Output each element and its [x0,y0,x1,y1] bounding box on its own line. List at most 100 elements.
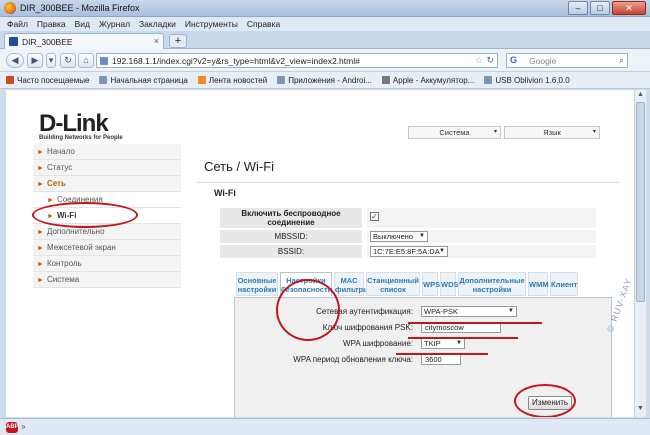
page-icon [99,76,108,84]
go-icon[interactable]: ↻ [486,55,494,66]
rss-icon [197,76,206,84]
search-icon[interactable]: ⌕ [619,55,624,66]
tab-title: DIR_300BEE [22,37,73,47]
search-bar[interactable]: G Google ⌕ [506,53,628,68]
annotation-circle [276,279,340,341]
addon-bar-chevron-icon[interactable]: » [21,422,25,431]
mbssid-select[interactable]: Выключено ▼ [370,231,428,242]
browser-tab[interactable]: DIR_300BEE × [4,33,164,49]
tab-advanced-settings[interactable]: Дополнительные настройки [458,272,526,296]
bookmark-star-icon[interactable]: ☆ [475,55,483,66]
bookmark-icon [6,76,14,84]
auth-select[interactable]: WPA-PSK ▼ [421,306,517,317]
bookmark-label: Лента новостей [208,75,268,85]
mbssid-value: Выключено [373,232,413,241]
home-button[interactable]: ⌂ [78,53,94,68]
encryption-select[interactable]: TKIP ▼ [421,338,465,349]
bssid-select[interactable]: 1C:7E:E5:8F:5A:DA ▼ [370,246,448,257]
bssid-row: BSSID: 1C:7E:E5:8F:5A:DA ▼ [220,245,596,258]
bookmark-label: Apple - Аккумулятор... [392,75,475,85]
tab-client[interactable]: Клиент [550,272,578,296]
bssid-cell: 1C:7E:E5:8F:5A:DA ▼ [367,245,596,258]
bookmark-apple[interactable]: Apple - Аккумулятор... [381,72,475,88]
maximize-button[interactable]: □ [590,1,610,15]
window-controls: – □ ✕ [568,1,646,15]
chevron-down-icon: ▾ [592,129,596,135]
section-title: Wi-Fi [214,188,236,198]
firefox-icon [4,2,16,14]
sidebar-item-control[interactable]: ► Контроль [33,256,181,272]
language-select[interactable]: Язык ▾ [504,126,600,139]
bookmark-news[interactable]: Лента новостей [197,72,268,88]
reload-button[interactable]: ↻ [60,53,76,68]
logo-text: D-Link [39,110,109,137]
minimize-button[interactable]: – [568,1,588,15]
dlink-favicon-icon [9,37,18,46]
sidebar-item-label: Система [46,275,80,284]
google-icon[interactable]: G [510,55,517,65]
divider [196,182,620,183]
mbssid-cell: Выключено ▼ [367,230,596,243]
adblock-icon[interactable]: ABP [6,422,19,433]
scrollbar-thumb[interactable] [636,102,645,302]
web-page: D-Link Building Networks for People Сист… [6,90,634,417]
menu-bookmarks[interactable]: Закладки [139,17,176,31]
url-bar[interactable]: 192.168.1.1/index.cgi?v2=y&rs_type=html&… [96,53,498,68]
bookmark-label: USB Oblivion 1.6.0.0 [495,75,570,85]
sidebar-item-network[interactable]: ► Сеть [33,176,181,192]
page-scrollbar[interactable]: ▲ ▼ [634,90,646,417]
enable-wireless-checkbox[interactable]: ✓ [370,212,379,221]
tab-wps[interactable]: WPS [422,272,440,296]
tab-close-icon[interactable]: × [154,36,159,46]
bookmark-label: Часто посещаемые [17,75,90,85]
back-button[interactable]: ◀ [6,53,24,68]
menu-edit[interactable]: Правка [37,17,66,31]
sidebar-item-label: Сеть [46,179,66,188]
menu-file[interactable]: Файл [7,17,28,31]
status-bar: ABP » [0,418,650,435]
sidebar-item-home[interactable]: ► Начало [33,144,181,160]
search-placeholder[interactable]: Google [529,56,556,66]
tab-basic-settings[interactable]: Основные настройки [236,272,278,296]
window-title-bar: DIR_300BEE - Mozilla Firefox – □ ✕ [0,0,650,17]
menu-tools[interactable]: Инструменты [185,17,238,31]
history-dropdown-icon[interactable]: ▾ [46,53,56,68]
menu-view[interactable]: Вид [75,17,90,31]
scroll-up-icon[interactable]: ▲ [637,91,644,98]
chevron-down-icon: ▼ [419,233,425,239]
annotation-underline [396,353,488,355]
logo-tagline: Building Networks for People [39,135,123,141]
navigation-bar: ◀ ▶ ▾ ↻ ⌂ 192.168.1.1/index.cgi?v2=y&rs_… [0,49,650,72]
tab-wmm[interactable]: WMM [528,272,549,296]
key-period-label: WPA период обновления ключа: [293,355,413,364]
tab-station-list[interactable]: Станционный список [366,272,420,296]
menu-help[interactable]: Справка [247,17,280,31]
bookmark-usb[interactable]: USB Oblivion 1.6.0.0 [484,72,570,88]
bookmark-frequent[interactable]: Часто посещаемые [6,72,89,88]
bookmark-apps[interactable]: Приложения - Androi... [277,72,372,88]
key-period-input[interactable]: 3600 [421,354,461,365]
new-tab-button[interactable]: + [169,34,187,48]
bookmark-label: Начальная страница [110,75,188,85]
bullet-icon: ► [37,181,44,188]
tab-mac-filters[interactable]: MAC фильтры [334,272,370,296]
sidebar-item-label: Межсетевой экран [46,243,116,252]
bookmarks-toolbar: Часто посещаемые Начальная страница Лент… [0,72,650,89]
sidebar-item-firewall[interactable]: ► Межсетевой экран [33,240,181,256]
scroll-down-icon[interactable]: ▼ [637,405,644,412]
sidebar-item-status[interactable]: ► Статус [33,160,181,176]
sidebar-item-label: Статус [46,163,73,172]
url-text[interactable]: 192.168.1.1/index.cgi?v2=y&rs_type=html&… [112,56,360,66]
bookmark-home[interactable]: Начальная страница [99,72,188,88]
sidebar-item-system[interactable]: ► Система [33,272,181,288]
system-select[interactable]: Система ▾ [408,126,501,139]
apple-icon [381,76,390,84]
tab-wds[interactable]: WDS [440,272,459,296]
encryption-label: WPA шифрование: [343,339,413,348]
page-icon [484,76,493,84]
menu-history[interactable]: Журнал [99,17,130,31]
page-icon [277,76,286,84]
close-window-button[interactable]: ✕ [612,1,646,15]
forward-button[interactable]: ▶ [27,53,43,68]
bullet-icon: ► [37,245,44,252]
